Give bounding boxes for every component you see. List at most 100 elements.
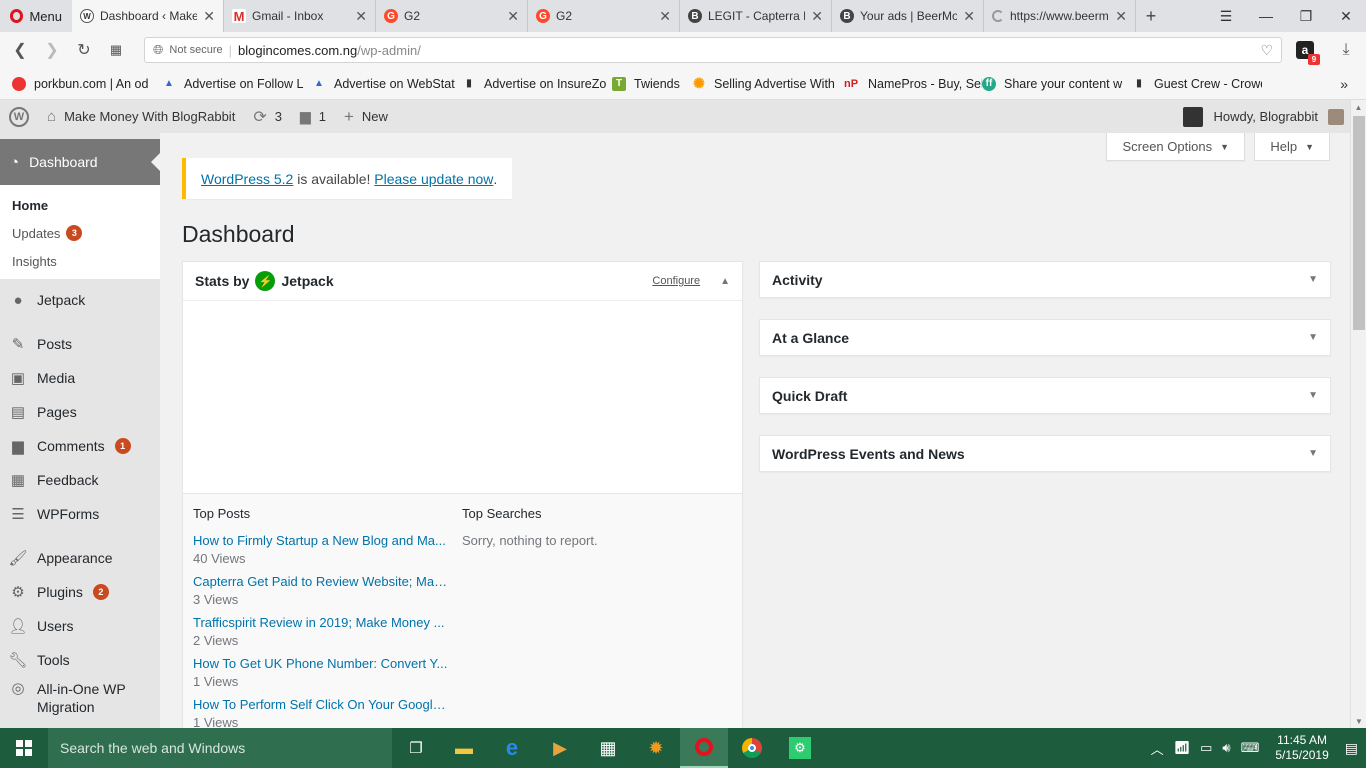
howdy-label[interactable]: Howdy, Blograbbit [1213, 109, 1318, 124]
bookmark-item[interactable]: ▮ Guest Crew - Crowd S [1132, 77, 1262, 91]
tab-gmail[interactable]: M Gmail - Inbox ✕ [224, 0, 376, 32]
wp-logo-button[interactable]: W [0, 100, 38, 133]
sidebar-item-migration[interactable]: ◎ All-in-One WP Migration [0, 677, 160, 717]
store-icon[interactable]: ▦ [584, 728, 632, 768]
collapse-toggle-icon[interactable]: ▲ [720, 276, 730, 287]
volume-icon[interactable]: 🔊︎ [1222, 740, 1230, 756]
updates-link[interactable]: ⟳ 3 [244, 100, 291, 133]
sidebar-item-users[interactable]: 👤︎ Users [0, 609, 160, 643]
bookmark-item[interactable]: nP NamePros - Buy, Sell [842, 77, 982, 91]
bookmark-item[interactable]: ▲ Advertise on WebStat [312, 77, 462, 91]
scroll-up-icon[interactable]: ▲ [1351, 100, 1366, 114]
tab-g2-2[interactable]: G G2 ✕ [528, 0, 680, 32]
keyboard-icon[interactable]: ⌨ [1241, 740, 1260, 756]
opera-taskbar-icon[interactable] [680, 728, 728, 768]
events-news-widget[interactable]: WordPress Events and News ▼ [759, 435, 1331, 472]
sidebar-item-appearance[interactable]: 🖌︎ Appearance [0, 541, 160, 575]
sidebar-item-pages[interactable]: ▤ Pages [0, 395, 160, 429]
close-icon[interactable]: ✕ [659, 8, 671, 25]
edge-browser-icon[interactable]: e [488, 728, 536, 768]
top-post-link[interactable]: How To Get UK Phone Number: Convert Y... [193, 656, 448, 671]
battery-icon[interactable]: ▭ [1200, 740, 1212, 756]
tab-dashboard[interactable]: W Dashboard ‹ Make ✕ [72, 0, 224, 32]
top-post-link[interactable]: How to Firmly Startup a New Blog and Ma.… [193, 533, 448, 548]
expand-toggle-icon[interactable]: ▼ [1308, 332, 1318, 343]
minimize-icon[interactable]: — [1246, 0, 1286, 32]
taskbar-search-field[interactable]: Search the web and Windows [48, 728, 392, 768]
screen-options-button[interactable]: Screen Options ▼ [1106, 133, 1245, 161]
tab-legit-capterra[interactable]: B LEGIT - Capterra Re ✕ [680, 0, 832, 32]
avatar[interactable] [1328, 108, 1344, 125]
bookmark-item[interactable]: ▮ Advertise on InsureZo [462, 77, 612, 91]
submenu-home[interactable]: Home [0, 191, 160, 219]
bookmark-item[interactable]: ✺ Selling Advertise With [692, 77, 842, 91]
quick-draft-widget[interactable]: Quick Draft ▼ [759, 377, 1331, 414]
sidebar-item-posts[interactable]: ✎ Posts [0, 327, 160, 361]
notifications-icon[interactable]: ▤ [1345, 740, 1358, 757]
back-button[interactable]: ❮ [6, 36, 34, 64]
forward-button[interactable]: ❯ [38, 36, 66, 64]
at-a-glance-widget[interactable]: At a Glance ▼ [759, 319, 1331, 356]
configure-link[interactable]: Configure [652, 275, 700, 287]
amazon-extension-icon[interactable]: a9 [1296, 41, 1320, 65]
expand-toggle-icon[interactable]: ▼ [1308, 448, 1318, 459]
bookmark-item[interactable]: T Twiends [612, 76, 692, 91]
top-post-link[interactable]: Trafficspirit Review in 2019; Make Money… [193, 615, 448, 630]
close-icon[interactable]: ✕ [507, 8, 519, 25]
media-player-icon[interactable]: ▶ [536, 728, 584, 768]
bookmark-item[interactable]: porkbun.com | An od [12, 76, 162, 91]
top-post-link[interactable]: How To Perform Self Click On Your Google… [193, 697, 448, 712]
expand-toggle-icon[interactable]: ▼ [1308, 274, 1318, 285]
top-post-link[interactable]: Capterra Get Paid to Review Website; Mak… [193, 574, 448, 589]
url-field[interactable]: 🌐︎ Not secure | blogincomes.com.ng/wp-ad… [144, 37, 1282, 63]
site-name-link[interactable]: ⌂ Make Money With BlogRabbit [38, 100, 244, 133]
extension-avatar-icon[interactable] [1183, 106, 1204, 127]
reload-button[interactable]: ↻ [70, 36, 98, 64]
activity-widget[interactable]: Activity ▼ [759, 261, 1331, 298]
update-now-link[interactable]: Please update now [374, 171, 493, 187]
sidebar-item-feedback[interactable]: ▦ Feedback [0, 463, 160, 497]
scroll-down-icon[interactable]: ▼ [1351, 714, 1366, 728]
wifi-icon[interactable]: 📶︎ [1174, 740, 1191, 756]
restore-icon[interactable]: ❐ [1286, 0, 1326, 32]
settings-app-icon[interactable]: ✹ [632, 728, 680, 768]
submenu-updates[interactable]: Updates 3 [0, 219, 160, 247]
sidebar-item-dashboard[interactable]: ◔ Dashboard [0, 139, 160, 185]
comments-link[interactable]: ▆ 1 [291, 100, 335, 133]
bookmark-item[interactable]: ff Share your content w [982, 76, 1132, 91]
new-content-link[interactable]: + New [335, 100, 397, 133]
wordpress-version-link[interactable]: WordPress 5.2 [201, 171, 293, 187]
scrollbar-thumb[interactable] [1353, 116, 1365, 330]
close-icon[interactable]: ✕ [963, 8, 975, 25]
sidebar-item-comments[interactable]: ▆ Comments 1 [0, 429, 160, 463]
sidebar-item-plugins[interactable]: ⚙ Plugins 2 [0, 575, 160, 609]
chevron-up-icon[interactable]: ︿ [1151, 739, 1164, 758]
expand-toggle-icon[interactable]: ▼ [1308, 390, 1318, 401]
file-explorer-icon[interactable]: ▬ [440, 728, 488, 768]
download-icon[interactable]: ⤓ [1332, 36, 1360, 64]
help-button[interactable]: Help ▼ [1254, 133, 1330, 161]
green-app-icon[interactable]: ⚙ [776, 728, 824, 768]
more-bookmarks-icon[interactable]: » [1340, 76, 1348, 92]
bookmark-item[interactable]: ▲ Advertise on Follow L [162, 77, 312, 91]
close-icon[interactable]: ✕ [811, 8, 823, 25]
clock[interactable]: 11:45 AM 5/15/2019 [1269, 733, 1334, 763]
close-icon[interactable]: ✕ [355, 8, 367, 25]
task-view-icon[interactable]: ❐ [392, 728, 440, 768]
close-window-icon[interactable]: ✕ [1326, 0, 1366, 32]
speed-dial-icon[interactable]: ▦ [102, 36, 130, 64]
sidebar-item-media[interactable]: ▣ Media [0, 361, 160, 395]
tab-your-ads[interactable]: B Your ads | BeerMo ✕ [832, 0, 984, 32]
sidebar-item-wpforms[interactable]: ☰ WPForms [0, 497, 160, 531]
tab-menu-icon[interactable]: ☰ [1206, 0, 1246, 32]
new-tab-button[interactable]: + [1136, 0, 1166, 32]
tab-beermoney[interactable]: https://www.beerm ✕ [984, 0, 1136, 32]
tab-g2-1[interactable]: G G2 ✕ [376, 0, 528, 32]
chrome-icon[interactable] [728, 728, 776, 768]
opera-menu-button[interactable]: Menu [0, 0, 72, 32]
heart-icon[interactable]: ♡ [1260, 42, 1273, 59]
close-icon[interactable]: ✕ [203, 8, 215, 25]
sidebar-item-tools[interactable]: 🔧︎ Tools [0, 643, 160, 677]
start-button[interactable] [0, 728, 48, 768]
close-icon[interactable]: ✕ [1115, 8, 1127, 25]
